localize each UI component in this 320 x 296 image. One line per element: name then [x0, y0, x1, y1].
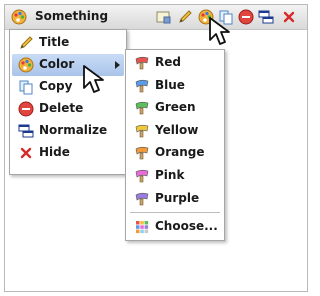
- menu-item-label: Title: [39, 35, 70, 49]
- pencil-icon[interactable]: [177, 9, 193, 25]
- node-title-bar: Something: [5, 5, 307, 30]
- menu-item-label: Orange: [155, 145, 205, 160]
- menu-separator: [130, 212, 220, 213]
- menu-item-color-blue[interactable]: Blue: [128, 75, 222, 97]
- color-swatch-icon: [135, 192, 149, 205]
- menu-item-label: Blue: [155, 77, 185, 92]
- menu-item-title[interactable]: Title: [12, 32, 124, 54]
- palette-icon: [18, 57, 34, 73]
- context-menu: Title Color Copy Delete Normalize Hide: [9, 29, 127, 175]
- menu-item-hide[interactable]: Hide: [12, 142, 124, 164]
- delete-icon[interactable]: [238, 9, 254, 25]
- submenu-arrow-icon: [115, 61, 120, 69]
- mouse-cursor-icon: [209, 17, 230, 45]
- color-submenu: Red Blue Green Yellow Orange Pink Purple Choos…: [125, 49, 225, 241]
- menu-item-label: Yellow: [155, 122, 199, 137]
- menu-item-color-green[interactable]: Green: [128, 97, 222, 119]
- menu-item-color-purple[interactable]: Purple: [128, 188, 222, 210]
- delete-icon: [18, 101, 34, 117]
- color-swatch-icon: [135, 169, 149, 183]
- menu-item-label: Hide: [39, 145, 70, 159]
- menu-item-label: Pink: [155, 168, 185, 182]
- color-swatch-icon: [135, 79, 149, 92]
- node-title[interactable]: Something: [35, 9, 108, 23]
- note-icon[interactable]: [155, 9, 171, 25]
- menu-item-label: Normalize: [39, 123, 108, 137]
- menu-item-choose-color[interactable]: Choose...: [128, 216, 222, 238]
- normalize-icon[interactable]: [258, 9, 274, 25]
- close-icon: [20, 147, 32, 159]
- menu-item-delete[interactable]: Delete: [12, 98, 124, 120]
- menu-item-label: Copy: [39, 79, 73, 93]
- menu-item-label: Green: [155, 100, 196, 115]
- menu-item-label: Color: [39, 57, 75, 71]
- close-icon[interactable]: [281, 9, 297, 25]
- color-swatch-icon: [135, 124, 149, 138]
- pencil-icon: [20, 36, 33, 49]
- normalize-icon: [18, 124, 34, 138]
- menu-item-color-orange[interactable]: Orange: [128, 142, 222, 164]
- menu-item-label: Choose...: [155, 219, 218, 233]
- mouse-cursor-icon: [83, 65, 104, 93]
- color-swatch-icon: [135, 147, 149, 160]
- color-grid-icon: [136, 221, 149, 234]
- menu-item-label: Red: [155, 55, 181, 69]
- menu-item-normalize[interactable]: Normalize: [12, 120, 124, 142]
- menu-item-label: Delete: [39, 101, 84, 115]
- menu-item-color-pink[interactable]: Pink: [128, 165, 222, 187]
- menu-item-label: Purple: [155, 190, 200, 205]
- color-swatch-icon: [135, 102, 149, 115]
- menu-item-color-yellow[interactable]: Yellow: [128, 120, 222, 142]
- menu-item-color-red[interactable]: Red: [128, 52, 222, 74]
- copy-icon: [19, 80, 33, 95]
- color-swatch-icon: [135, 56, 149, 70]
- palette-icon: [11, 9, 27, 25]
